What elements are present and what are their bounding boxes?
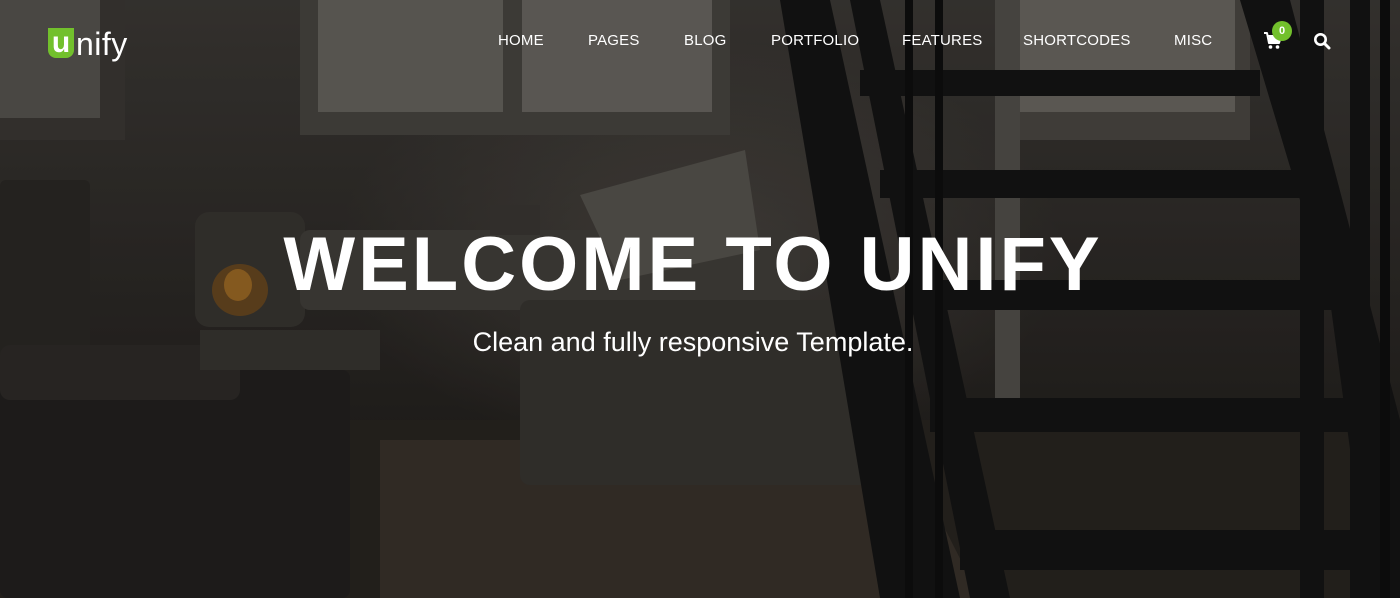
hero-title: WELCOME TO UNIFY [283, 222, 1103, 307]
search-icon[interactable] [1313, 32, 1331, 50]
nav-item-portfolio[interactable]: PORTFOLIO [771, 31, 859, 51]
hero-section: u nify HOME PAGES BLOG PORTFOLIO FEATURE… [0, 0, 1400, 598]
nav-item-shortcodes[interactable]: SHORTCODES [1023, 31, 1131, 51]
nav-item-blog[interactable]: BLOG [684, 31, 726, 51]
nav-item-pages[interactable]: PAGES [588, 31, 640, 51]
main-navigation: HOME PAGES BLOG PORTFOLIO FEATURES SHORT… [0, 31, 1400, 51]
nav-item-misc[interactable]: MISC [1174, 31, 1212, 51]
cart-count-badge: 0 [1272, 21, 1292, 41]
nav-item-home[interactable]: HOME [498, 31, 544, 51]
nav-item-features[interactable]: FEATURES [902, 31, 983, 51]
hero-subtitle: Clean and fully responsive Template. [472, 327, 914, 357]
